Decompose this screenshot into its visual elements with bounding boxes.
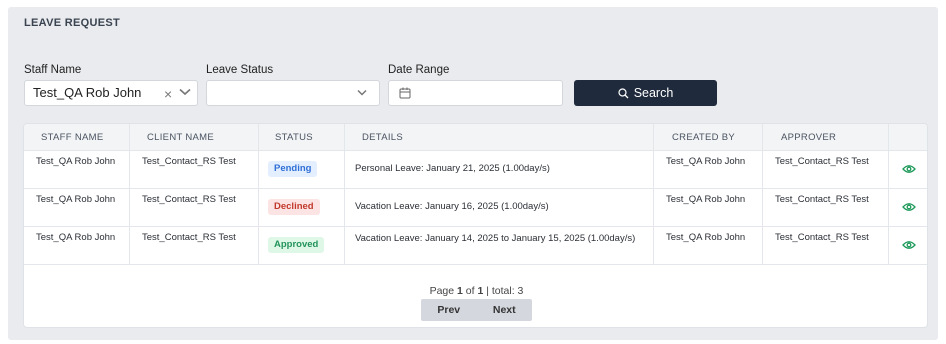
table-row: Test_QA Rob John Test_Contact_RS Test De…	[24, 189, 927, 227]
column-header-status: STATUS	[259, 124, 345, 150]
date-range-label: Date Range	[388, 64, 450, 76]
next-button[interactable]: Next	[477, 299, 533, 321]
staff-name-select[interactable]: Test_QA Rob John ×	[24, 80, 198, 106]
status-cell: Approved	[259, 227, 345, 264]
search-button[interactable]: Search	[574, 80, 717, 106]
staff-name-cell: Test_QA Rob John	[24, 227, 130, 264]
approver-cell: Test_Contact_RS Test	[763, 151, 889, 188]
leave-status-select[interactable]	[206, 80, 380, 106]
pagination-info: Page 1 of 1 | total: 3	[24, 285, 927, 297]
eye-icon[interactable]	[902, 240, 916, 250]
column-header-actions	[889, 124, 927, 150]
page-of: of	[462, 285, 478, 297]
column-header-created-by: CREATED BY	[654, 124, 763, 150]
chevron-down-icon[interactable]	[357, 89, 367, 96]
leave-request-panel: LEAVE REQUEST Staff Name Leave Status Da…	[8, 7, 938, 340]
details-cell: Vacation Leave: January 16, 2025 (1.00da…	[345, 189, 654, 226]
created-by-cell: Test_QA Rob John	[654, 227, 763, 264]
page-title: LEAVE REQUEST	[24, 17, 120, 29]
eye-icon[interactable]	[902, 202, 916, 212]
staff-name-cell: Test_QA Rob John	[24, 189, 130, 226]
prev-button[interactable]: Prev	[421, 299, 477, 321]
status-badge: Pending	[268, 161, 318, 177]
staff-name-value: Test_QA Rob John	[33, 85, 142, 100]
client-name-cell: Test_Contact_RS Test	[130, 151, 259, 188]
close-icon[interactable]: ×	[164, 85, 172, 103]
status-cell: Pending	[259, 151, 345, 188]
client-name-cell: Test_Contact_RS Test	[130, 189, 259, 226]
column-header-staff-name: STAFF NAME	[24, 124, 130, 150]
actions-cell	[889, 227, 927, 264]
page-prefix: Page	[429, 285, 458, 297]
details-cell: Personal Leave: January 21, 2025 (1.00da…	[345, 151, 654, 188]
calendar-icon	[399, 87, 411, 99]
search-button-label: Search	[633, 86, 674, 100]
client-name-cell: Test_Contact_RS Test	[130, 227, 259, 264]
pagination-controls: Prev Next	[421, 299, 532, 321]
column-header-details: DETAILS	[345, 124, 654, 150]
actions-cell	[889, 189, 927, 226]
status-badge: Approved	[268, 237, 325, 253]
table-row: Test_QA Rob John Test_Contact_RS Test Pe…	[24, 151, 927, 189]
leave-requests-table: STAFF NAME CLIENT NAME STATUS DETAILS CR…	[23, 123, 928, 328]
chevron-down-icon[interactable]	[179, 88, 191, 96]
staff-name-cell: Test_QA Rob John	[24, 151, 130, 188]
actions-cell	[889, 151, 927, 188]
staff-name-label: Staff Name	[24, 64, 82, 76]
total-count: | total: 3	[483, 285, 524, 297]
column-header-client-name: CLIENT NAME	[130, 124, 259, 150]
status-cell: Declined	[259, 189, 345, 226]
approver-cell: Test_Contact_RS Test	[763, 189, 889, 226]
leave-status-label: Leave Status	[206, 64, 274, 76]
table-header-row: STAFF NAME CLIENT NAME STATUS DETAILS CR…	[24, 124, 927, 151]
status-badge: Declined	[268, 199, 320, 215]
eye-icon[interactable]	[902, 164, 916, 174]
table-row: Test_QA Rob John Test_Contact_RS Test Ap…	[24, 227, 927, 265]
created-by-cell: Test_QA Rob John	[654, 151, 763, 188]
date-range-input[interactable]	[388, 80, 563, 106]
search-icon	[618, 87, 629, 98]
approver-cell: Test_Contact_RS Test	[763, 227, 889, 264]
details-cell: Vacation Leave: January 14, 2025 to Janu…	[345, 227, 654, 264]
created-by-cell: Test_QA Rob John	[654, 189, 763, 226]
column-header-approver: APPROVER	[763, 124, 889, 150]
